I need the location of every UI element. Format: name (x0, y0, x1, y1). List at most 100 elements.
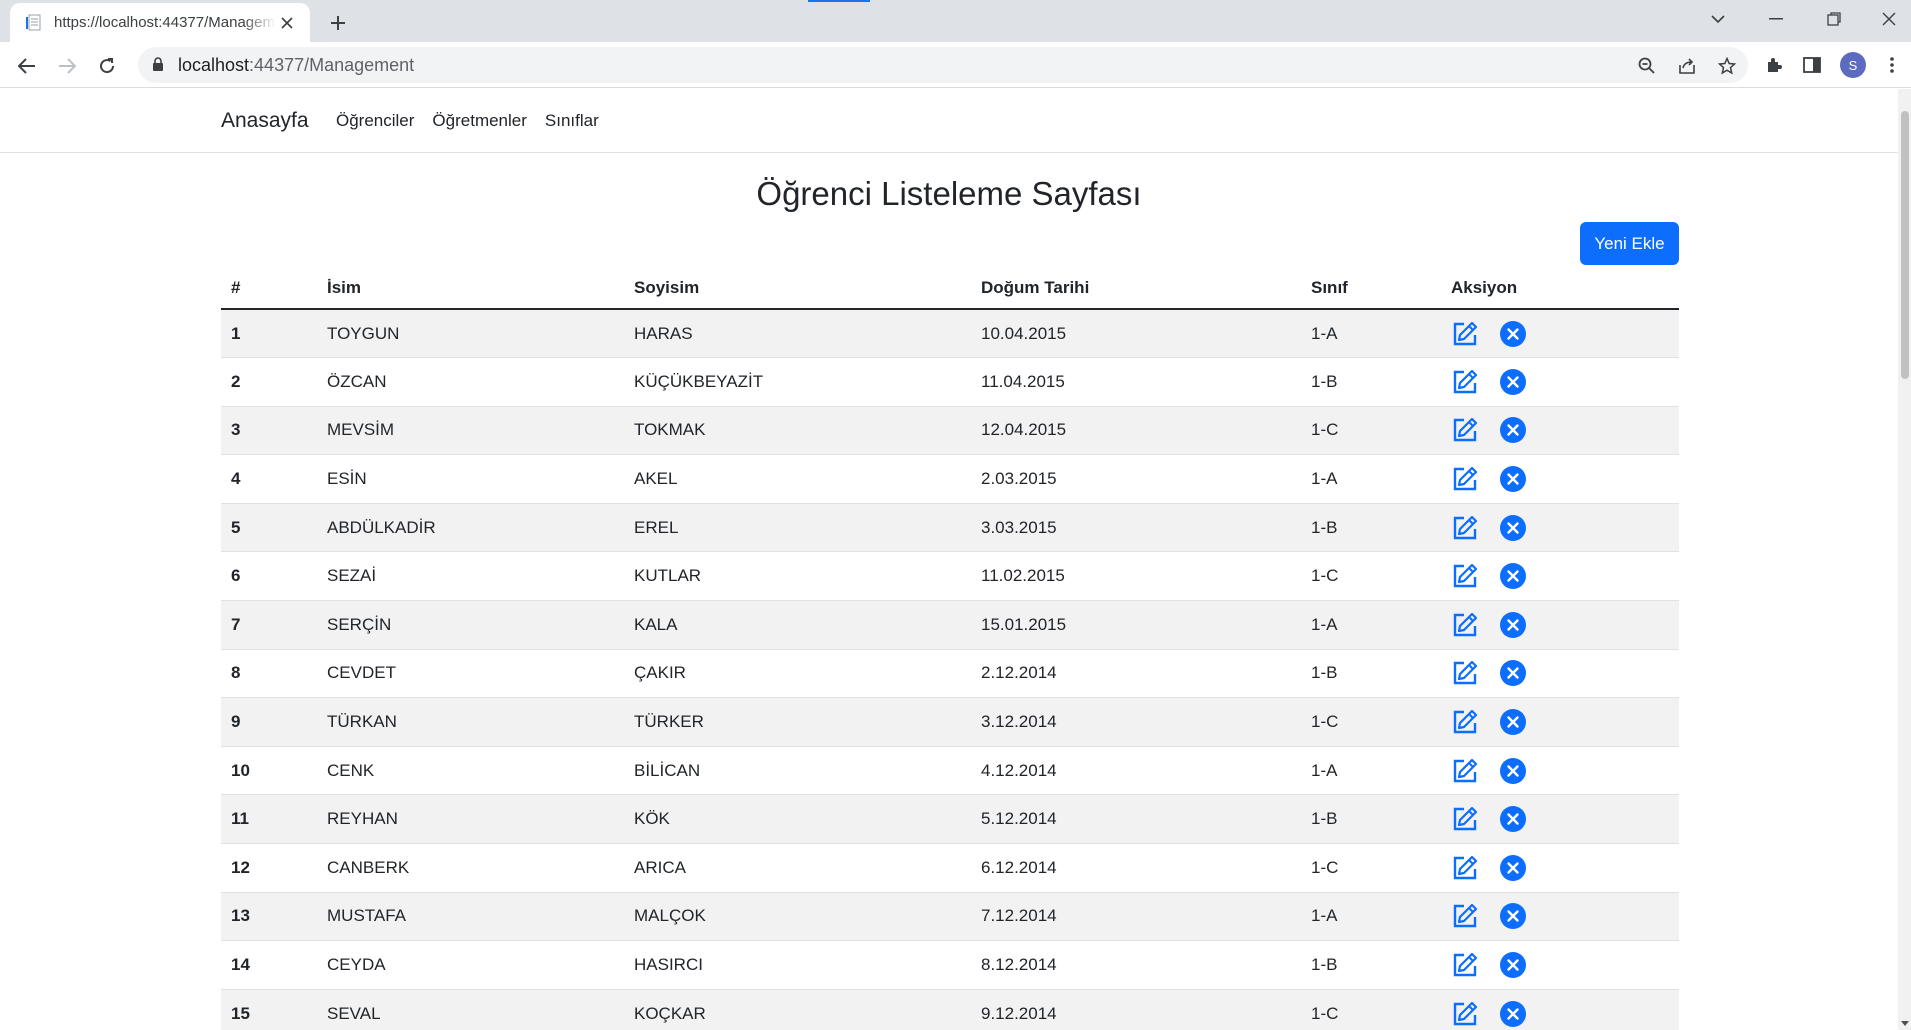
bookmark-star-icon[interactable] (1714, 53, 1740, 79)
cell-class: 1-A (1301, 891, 1441, 941)
brand-link[interactable]: Anasayfa (221, 109, 309, 133)
header-surname: Soyisim (624, 267, 971, 310)
edit-icon[interactable] (1451, 416, 1479, 444)
tab-search-icon[interactable] (1692, 0, 1744, 38)
edit-icon[interactable] (1451, 757, 1479, 785)
cell-class: 1-B (1301, 940, 1441, 990)
delete-icon[interactable] (1499, 757, 1527, 785)
table-row: 3 MEVSİM TOKMAK 12.04.2015 1-C (221, 405, 1679, 455)
nav-link-ogretmenler[interactable]: Öğretmenler (432, 111, 526, 131)
cell-num: 2 (221, 357, 317, 407)
profile-avatar[interactable]: S (1840, 52, 1866, 78)
cell-surname: HARAS (624, 308, 971, 358)
cell-actions (1441, 308, 1679, 358)
delete-icon[interactable] (1499, 854, 1527, 882)
cell-num: 7 (221, 600, 317, 650)
new-tab-button[interactable] (324, 9, 352, 37)
cell-class: 1-B (1301, 648, 1441, 698)
menu-dots-icon[interactable] (1878, 51, 1906, 79)
cell-birthdate: 7.12.2014 (971, 891, 1301, 941)
scroll-down-arrow-icon[interactable] (1901, 1021, 1909, 1026)
cell-class: 1-B (1301, 502, 1441, 552)
edit-icon[interactable] (1451, 951, 1479, 979)
cell-name: ESİN (317, 454, 624, 504)
table-row: 12 CANBERK ARICA 6.12.2014 1-C (221, 843, 1679, 893)
page-scrollbar[interactable] (1898, 89, 1911, 1030)
cell-name: SERÇİN (317, 600, 624, 650)
edit-icon[interactable] (1451, 465, 1479, 493)
cell-num: 3 (221, 405, 317, 455)
delete-icon[interactable] (1499, 708, 1527, 736)
table-header-row: # İsim Soyisim Doğum Tarihi Sınıf Aksiyo… (221, 267, 1679, 310)
delete-icon[interactable] (1499, 320, 1527, 348)
cell-name: SEVAL (317, 988, 624, 1030)
edit-icon[interactable] (1451, 611, 1479, 639)
edit-icon[interactable] (1451, 902, 1479, 930)
reload-icon[interactable] (90, 49, 124, 83)
edit-icon[interactable] (1451, 562, 1479, 590)
delete-icon[interactable] (1499, 465, 1527, 493)
forward-icon[interactable] (50, 49, 84, 83)
delete-icon[interactable] (1499, 416, 1527, 444)
nav-link-siniflar[interactable]: Sınıflar (545, 111, 599, 131)
minimize-icon[interactable] (1750, 0, 1802, 38)
address-bar[interactable]: localhost:44377/Management (138, 47, 1748, 83)
cell-birthdate: 2.03.2015 (971, 454, 1301, 504)
add-new-button[interactable]: Yeni Ekle (1580, 222, 1679, 265)
cell-birthdate: 10.04.2015 (971, 308, 1301, 358)
delete-icon[interactable] (1499, 562, 1527, 590)
edit-icon[interactable] (1451, 805, 1479, 833)
side-panel-icon[interactable] (1798, 51, 1826, 79)
cell-surname: EREL (624, 502, 971, 552)
edit-icon[interactable] (1451, 854, 1479, 882)
close-window-icon[interactable] (1866, 0, 1911, 38)
cell-class: 1-B (1301, 794, 1441, 844)
students-table: # İsim Soyisim Doğum Tarihi Sınıf Aksiyo… (221, 267, 1679, 1030)
delete-icon[interactable] (1499, 951, 1527, 979)
restore-icon[interactable] (1808, 0, 1860, 38)
table-row: 4 ESİN AKEL 2.03.2015 1-A (221, 454, 1679, 504)
browser-tab[interactable]: https://localhost:44377/Management (10, 3, 310, 42)
table-row: 15 SEVAL KOÇKAR 9.12.2014 1-C (221, 988, 1679, 1030)
delete-icon[interactable] (1499, 805, 1527, 833)
delete-icon[interactable] (1499, 514, 1527, 542)
cell-num: 1 (221, 308, 317, 358)
cell-num: 6 (221, 551, 317, 601)
browser-toolbar: localhost:44377/Management S (0, 42, 1911, 88)
cell-surname: KÜÇÜKBEYAZİT (624, 357, 971, 407)
back-icon[interactable] (10, 49, 44, 83)
table-row: 6 SEZAİ KUTLAR 11.02.2015 1-C (221, 551, 1679, 601)
cell-actions (1441, 600, 1679, 650)
url-text: localhost:44377/Management (178, 55, 415, 75)
header-name: İsim (317, 267, 624, 310)
cell-name: CEVDET (317, 648, 624, 698)
scrollbar-thumb[interactable] (1901, 111, 1909, 379)
cell-class: 1-C (1301, 405, 1441, 455)
delete-icon[interactable] (1499, 902, 1527, 930)
cell-name: CEYDA (317, 940, 624, 990)
share-icon[interactable] (1674, 53, 1700, 79)
cell-class: 1-B (1301, 357, 1441, 407)
edit-icon[interactable] (1451, 514, 1479, 542)
delete-icon[interactable] (1499, 368, 1527, 396)
nav-link-ogrenciler[interactable]: Öğrenciler (336, 111, 414, 131)
zoom-icon[interactable] (1634, 53, 1660, 79)
cell-birthdate: 3.12.2014 (971, 697, 1301, 747)
delete-icon[interactable] (1499, 659, 1527, 687)
cell-actions (1441, 502, 1679, 552)
header-number: # (221, 267, 317, 310)
table-row: 8 CEVDET ÇAKIR 2.12.2014 1-B (221, 648, 1679, 698)
edit-icon[interactable] (1451, 368, 1479, 396)
extensions-icon[interactable] (1760, 51, 1788, 79)
cell-birthdate: 3.03.2015 (971, 502, 1301, 552)
edit-icon[interactable] (1451, 708, 1479, 736)
edit-icon[interactable] (1451, 659, 1479, 687)
delete-icon[interactable] (1499, 611, 1527, 639)
table-row: 13 MUSTAFA MALÇOK 7.12.2014 1-A (221, 891, 1679, 941)
tab-close-icon[interactable] (276, 12, 298, 34)
edit-icon[interactable] (1451, 320, 1479, 348)
edit-icon[interactable] (1451, 1000, 1479, 1028)
cell-name: TOYGUN (317, 308, 624, 358)
cell-class: 1-C (1301, 843, 1441, 893)
delete-icon[interactable] (1499, 1000, 1527, 1028)
